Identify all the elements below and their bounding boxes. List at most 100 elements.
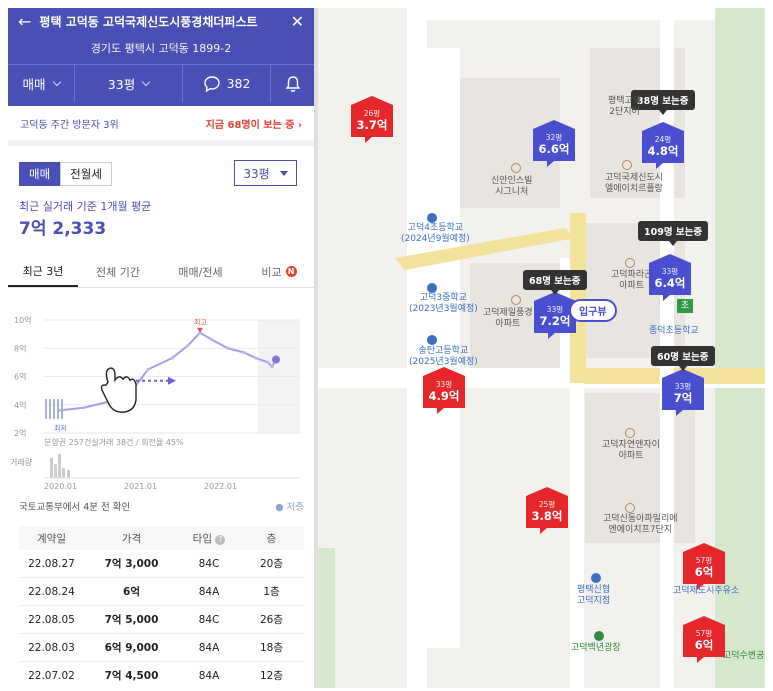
cell-floor: 1층 — [263, 586, 280, 598]
x-tick-label: 2020.01 — [44, 482, 77, 491]
col-type[interactable]: 타입 ? — [179, 531, 239, 546]
price-pin[interactable]: 33평 6.4억 — [649, 254, 691, 301]
price-pin[interactable]: 25평 3.8억 — [526, 487, 568, 534]
data-point — [210, 338, 214, 342]
col-type-label: 타입 — [192, 532, 212, 545]
map-label: 신안인스빌 시그니처 — [491, 176, 532, 198]
cell-price: 7억 3,000 — [84, 556, 179, 571]
deal-type-dropdown[interactable]: 매매 — [8, 65, 74, 102]
pin-tail — [540, 528, 547, 534]
pyeong-dropdown[interactable]: 33평 — [74, 65, 182, 102]
tab-sale-jeonse[interactable]: 매매/전세 — [158, 256, 243, 287]
pin-pyeong: 26평 — [363, 109, 381, 118]
school-badge: 초 — [677, 299, 693, 313]
close-icon[interactable]: ✕ — [291, 12, 304, 31]
label-text: 평택고덕 2단지어 — [608, 96, 642, 117]
speech-bubble-icon — [203, 75, 220, 92]
apartment-icon — [625, 258, 635, 268]
x-tick-label: 2022.01 — [204, 482, 237, 491]
price-pin[interactable]: 24평 4.8억 — [642, 122, 684, 169]
volume-bar — [62, 468, 65, 478]
data-point — [146, 367, 150, 372]
tab-compare[interactable]: 비교 N — [243, 256, 314, 287]
pin-roof — [526, 487, 568, 496]
label-text: 고덕자연앤자이 아파트 — [602, 440, 660, 461]
viewers-bubble[interactable]: 60명 보는중 — [651, 346, 715, 371]
now-viewing-link[interactable]: 지금 68명이 보는 중 › — [206, 116, 302, 131]
alarm-button[interactable] — [270, 65, 314, 102]
price-text: 7억 5,000 — [104, 614, 159, 626]
drag-hint-arrow — [168, 376, 176, 385]
price-pin[interactable]: 57평 6억 — [683, 543, 725, 590]
map-label: 고덕제일풍경 아파트 — [483, 308, 533, 330]
pyeong-select[interactable]: 33평 — [234, 160, 297, 186]
chevron-down-icon — [141, 77, 151, 86]
comments-button[interactable]: 382 — [182, 65, 270, 102]
map-view[interactable]: 26평 3.7억 32평 6.6억 24평 4.8억 33평 6.4억 33평 7.2억 … — [315, 8, 765, 688]
caret-down-icon — [279, 170, 288, 176]
label-text: 송탄고등학교 (2025년3월예정) — [409, 346, 478, 367]
label-text: 고덕국제신도시 엘에이치르플랑 — [605, 173, 663, 194]
cell-date: 22.08.27 — [28, 557, 75, 570]
col-floor: 층 — [266, 532, 277, 545]
price-pin[interactable]: 26평 3.7억 — [351, 96, 393, 143]
pin-tail — [656, 163, 663, 169]
tab-all-period[interactable]: 전체 기간 — [78, 256, 158, 287]
chart-caption: 분양권 257건실거래 38건 / 회전율 45% — [44, 437, 184, 447]
pin-tail — [548, 333, 555, 339]
panel-header: ← 평택 고덕동 고덕국제신도시풍경채더퍼스트 ✕ 경기도 평택시 고덕동 18… — [8, 8, 314, 106]
y-tick-label: 10억 — [14, 315, 32, 325]
y-tick-label: 2억 — [14, 428, 26, 438]
cell-price: 7억 5,000 — [84, 612, 179, 627]
tab-recent-3y[interactable]: 최근 3년 — [8, 256, 78, 287]
pin-roof — [351, 96, 393, 105]
label-text: 고덕파라곤 아파트 — [611, 270, 653, 291]
viewers-bubble[interactable]: 68명 보는중 — [523, 270, 587, 295]
apartment-icon — [622, 160, 632, 170]
price-text: 7억 4,500 — [104, 670, 159, 682]
price-pin[interactable]: 57평 6억 — [683, 616, 725, 663]
pin-roof — [683, 543, 725, 552]
roadview-button[interactable]: 입구뷰 — [569, 299, 617, 322]
cell-price: 6억 — [84, 584, 179, 599]
pyeong-label: 33평 — [107, 77, 136, 92]
col-price: 가격 — [121, 532, 142, 545]
pin-pyeong: 33평 — [661, 267, 679, 276]
cell-date: 22.07.02 — [28, 669, 75, 682]
pin-pyeong: 57평 — [695, 556, 713, 565]
pyeong-select-value: 33평 — [243, 166, 270, 181]
data-point — [242, 350, 246, 355]
hand-pointer-icon — [100, 367, 137, 413]
help-icon[interactable]: ? — [215, 534, 226, 545]
apartment-icon — [511, 163, 521, 173]
price-chart[interactable]: 10억 8억 6억 4억 2억 2020.01 2021.01 2022.01 최고 최저 분양권 … — [8, 293, 314, 493]
segment-sale[interactable]: 매매 — [19, 162, 61, 186]
map-label: 고덕수변공원 — [723, 651, 765, 662]
school-icon — [427, 283, 437, 293]
pin-price: 4.8억 — [647, 144, 679, 158]
complex-panel: ← 평택 고덕동 고덕국제신도시풍경채더퍼스트 ✕ 경기도 평택시 고덕동 18… — [8, 8, 315, 688]
recent-avg-price: 7억 2,333 — [19, 219, 107, 239]
pin-price: 3.7억 — [356, 118, 388, 132]
back-icon[interactable]: ← — [18, 12, 31, 31]
cell-floor: 12층 — [259, 670, 284, 682]
map-label: 송탄고등학교 (2025년3월예정) — [409, 346, 478, 368]
price-pin[interactable]: 32평 6.6억 — [533, 120, 575, 167]
price-pin[interactable]: 33평 7억 — [662, 369, 704, 416]
cell-date: 22.08.05 — [28, 613, 75, 626]
cell-floor: 18층 — [259, 642, 284, 654]
label-text: 고덕백년광장 — [571, 643, 621, 653]
recent-avg-label: 최근 실거래 기준 1개월 평균 — [19, 200, 152, 213]
table-row: 22.08.27 7억 3,000 84C 20층 — [19, 550, 304, 578]
cell-price: 6억 9,000 — [84, 640, 179, 655]
price-pin[interactable]: 33평 4.9억 — [423, 367, 465, 414]
label-text: 고덕3중학교 (2023년3월예정) — [409, 293, 478, 314]
legend-text: 저층 — [286, 502, 304, 513]
cell-type: 84C — [198, 613, 220, 626]
map-label: 고덕3중학교 (2023년3월예정) — [409, 293, 478, 315]
map-label: 고덕백년광장 — [571, 643, 621, 654]
price-text: 6억 9,000 — [104, 642, 159, 654]
new-badge: N — [285, 266, 297, 277]
viewers-bubble[interactable]: 109명 보는중 — [638, 221, 709, 246]
segment-rent[interactable]: 전월세 — [60, 162, 112, 186]
